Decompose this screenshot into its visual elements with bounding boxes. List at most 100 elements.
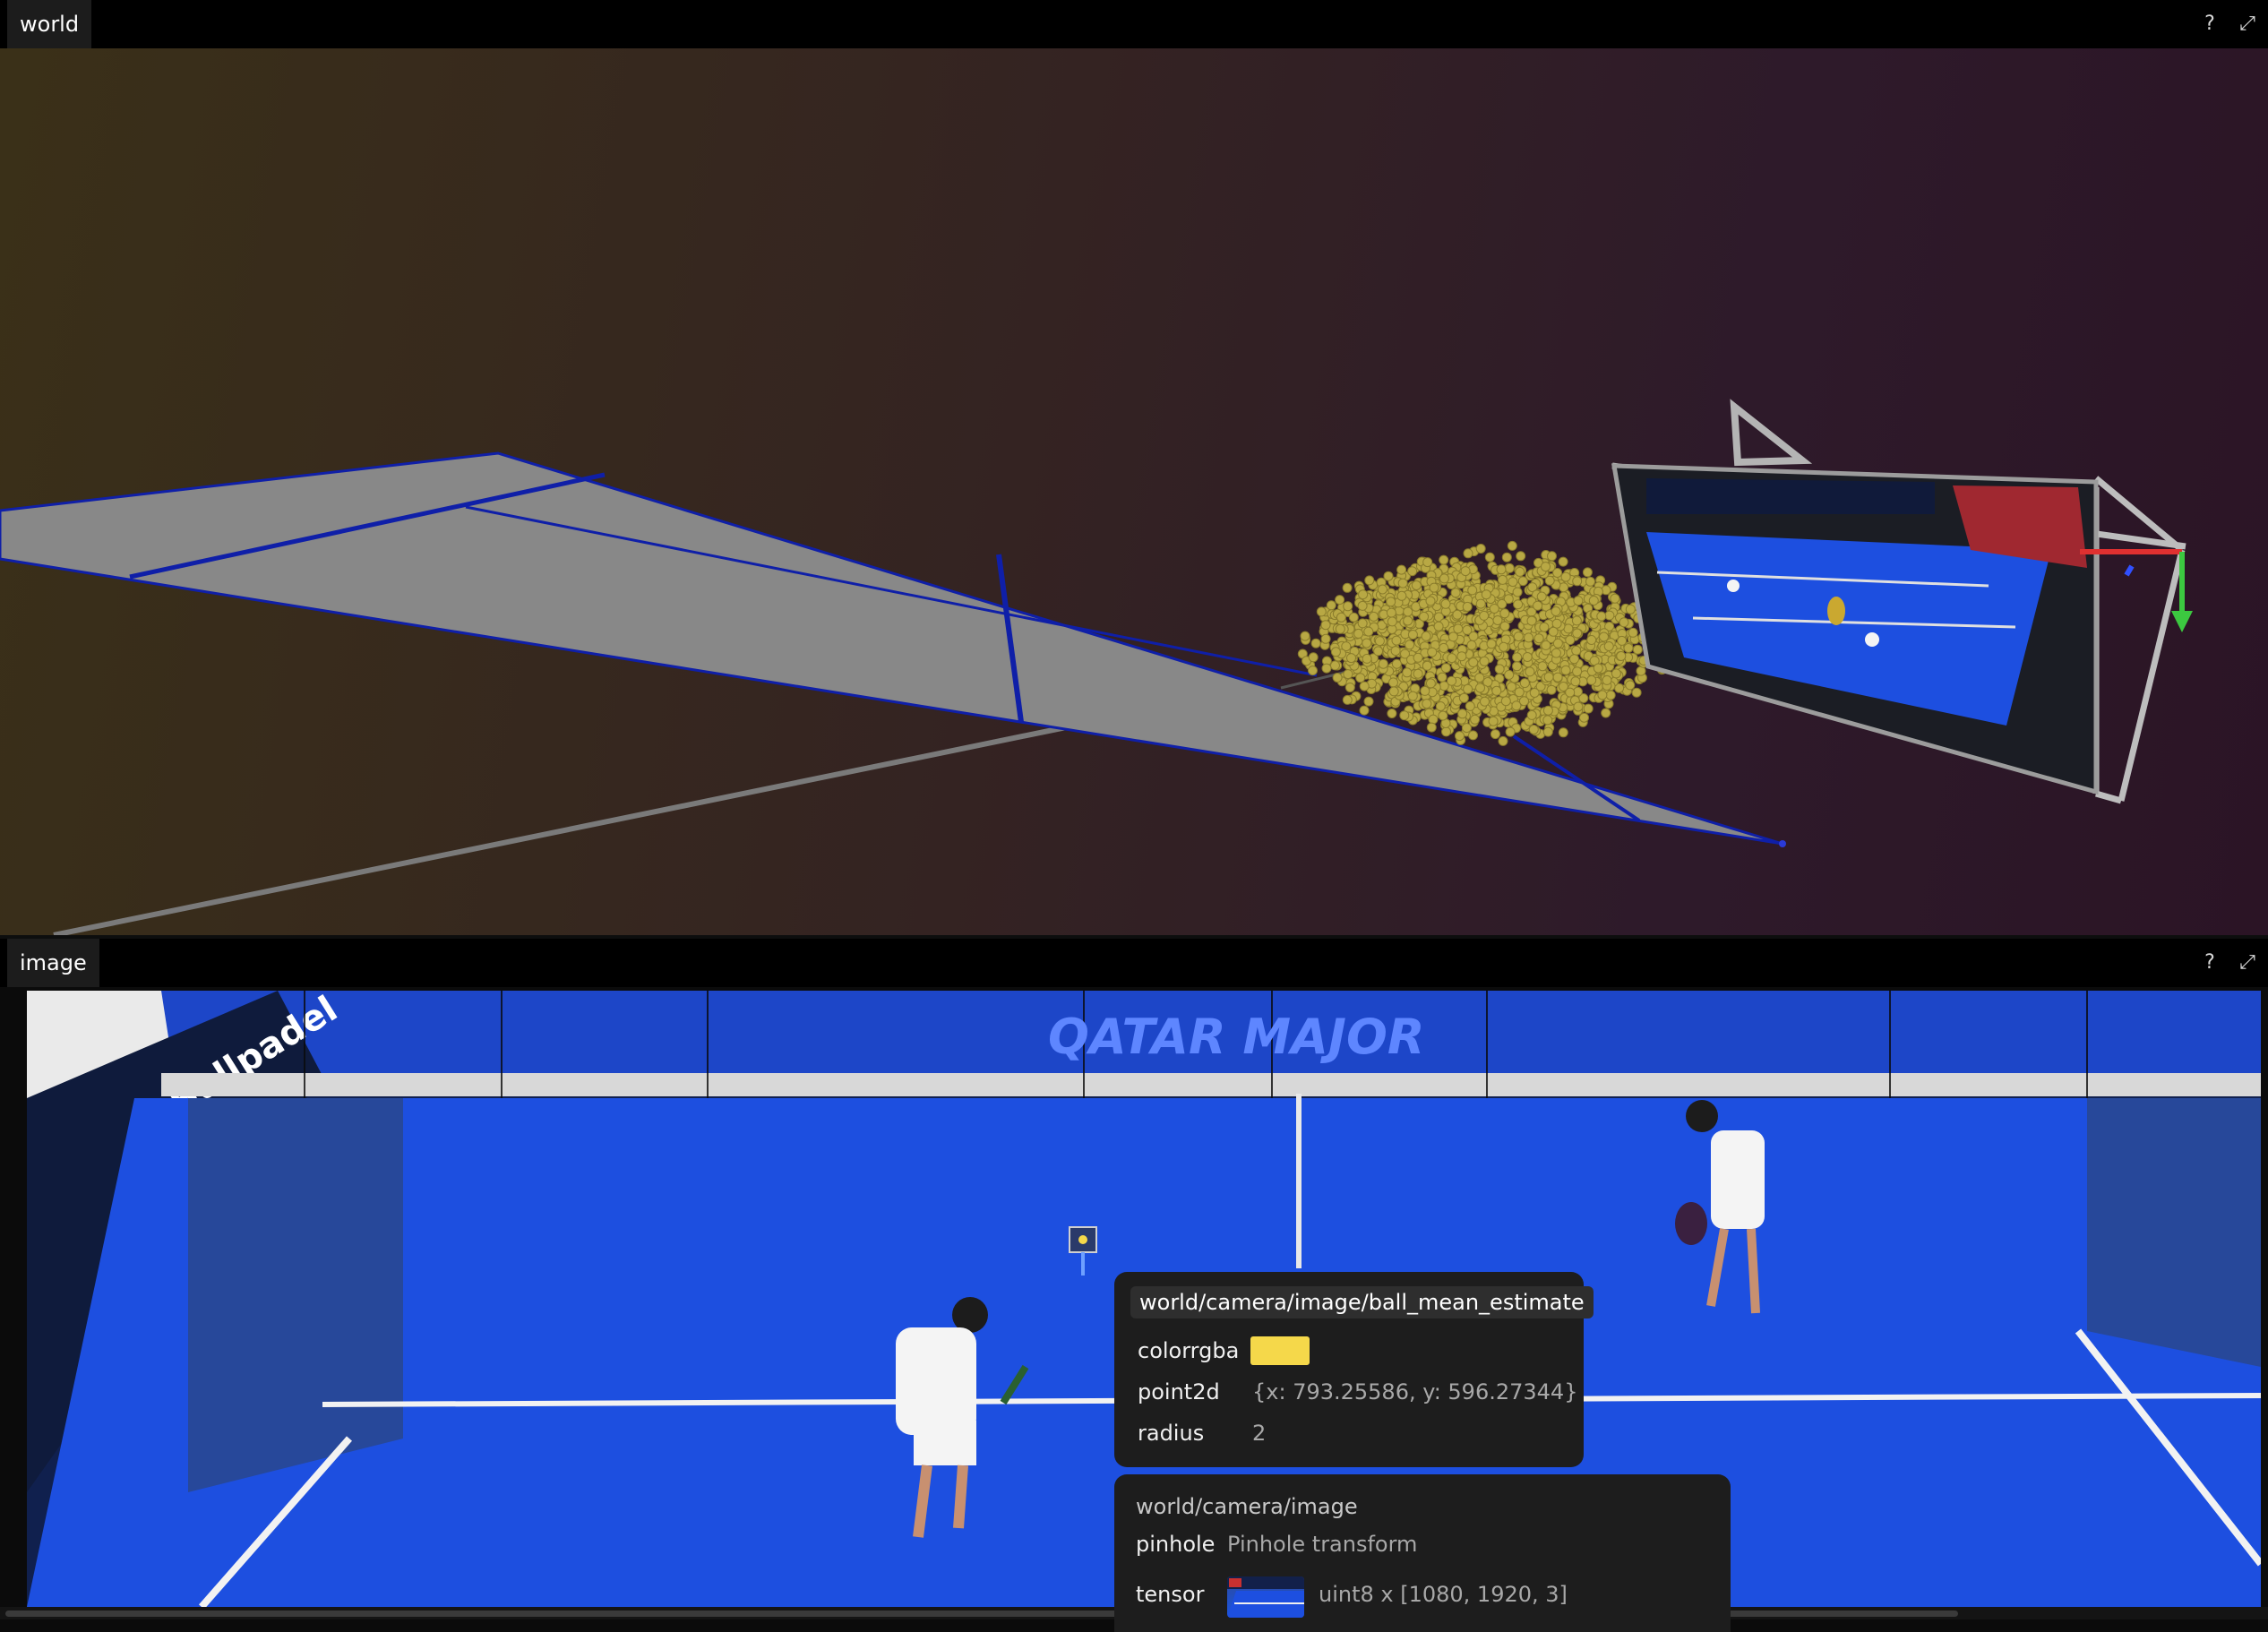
ball-sample-point <box>1480 696 1490 707</box>
ball-sample-point <box>1373 646 1384 657</box>
ball-sample-point <box>1501 552 1512 563</box>
ball-sample-point <box>1413 652 1423 663</box>
ball-sample-point <box>1362 653 1372 664</box>
world-3d-view[interactable] <box>0 48 2268 935</box>
ball-sample-point <box>1387 616 1397 627</box>
ball-sample-point <box>1514 687 1525 698</box>
ball-sample-point <box>1433 621 1444 631</box>
tab-image[interactable]: image <box>7 939 99 987</box>
frustum-up-triangle <box>1730 399 1813 467</box>
ball-sample-point <box>1390 646 1401 657</box>
ball-sample-point <box>1542 715 1553 726</box>
ball-sample-point <box>1426 722 1437 733</box>
ball-sample-point <box>1447 653 1457 664</box>
ball-sample-point <box>1558 556 1568 567</box>
ball-sample-point <box>1525 666 1535 677</box>
ball-sample-point <box>1399 710 1410 721</box>
ball-sample-point <box>1631 687 1642 698</box>
ball-sample-point <box>1499 641 1509 652</box>
ball-sample-point <box>1605 690 1616 700</box>
world-panel-header: world ? ⤢ <box>0 0 2268 48</box>
ball-sample-point <box>1391 635 1402 646</box>
ball-sample-point <box>1450 588 1461 598</box>
ball-sample-point <box>1522 652 1533 662</box>
ball-sample-point <box>1357 618 1368 629</box>
ball-sample-point <box>1519 678 1530 689</box>
ball-sample-point <box>1507 682 1516 692</box>
tooltip-entity-path: world/camera/image/ball_mean_estimate <box>1130 1286 1594 1318</box>
ball-sample-point <box>1435 701 1446 711</box>
ball-sample-point <box>1571 645 1582 656</box>
ball-sample-point <box>1396 564 1407 575</box>
ball-sample-point <box>1512 661 1522 672</box>
tab-world[interactable]: world <box>7 0 92 48</box>
ball-sample-point <box>1403 615 1413 626</box>
ball-sample-point <box>1374 636 1385 647</box>
ball-sample-point <box>1441 726 1451 737</box>
ball-sample-point <box>1516 551 1526 562</box>
ball-sample-point <box>1552 568 1563 578</box>
ball-sample-point <box>1425 596 1436 606</box>
ball-sample-point <box>1359 681 1370 691</box>
ball-sample-point <box>1332 673 1343 683</box>
ball-estimate-point <box>1078 1235 1087 1244</box>
ball-sample-point <box>1617 635 1628 646</box>
ball-sample-point <box>1542 705 1553 716</box>
ball-sample-point <box>1466 640 1477 650</box>
ball-sample-point <box>1508 577 1518 588</box>
axis-z-blue <box>2124 564 2135 577</box>
ball-sample-point <box>1572 576 1583 587</box>
ball-sample-point <box>1343 601 1353 612</box>
ball-sample-point <box>1369 611 1379 622</box>
ball-sample-point <box>1362 638 1372 649</box>
ball-sample-point <box>1579 712 1589 723</box>
ball-sample-point <box>1572 628 1583 639</box>
ball-sample-point <box>1504 669 1515 680</box>
ball-sample-point <box>1552 672 1563 683</box>
ball-sample-point <box>1475 598 1486 609</box>
ball-sample-point <box>1500 696 1511 707</box>
right-wall-panel <box>2087 1098 2261 1367</box>
ball-sample-point <box>1440 663 1451 674</box>
ball-sample-point <box>1447 675 1457 686</box>
ball-sample-point <box>1496 564 1507 575</box>
ball-sample-point <box>1463 548 1473 559</box>
help-icon[interactable]: ? <box>2196 11 2223 38</box>
ball-sample-point <box>1488 716 1499 726</box>
ball-sample-point <box>1336 612 1346 623</box>
ball-sample-point <box>1383 571 1394 581</box>
ball-sample-point <box>1504 563 1515 573</box>
ball-sample-point <box>1462 624 1473 635</box>
ball-sample-point <box>1565 635 1576 646</box>
ball-sample-point <box>1611 668 1621 679</box>
ball-sample-point <box>1470 714 1481 725</box>
ball-sample-point <box>1425 678 1436 689</box>
frustum-edge <box>2118 549 2186 802</box>
ball-sample-point <box>1420 685 1430 696</box>
maximize-icon[interactable]: ⤢ <box>2234 949 2261 976</box>
ball-sample-point <box>1342 694 1353 705</box>
ball-sample-point <box>1386 597 1396 607</box>
ball-sample-point <box>1623 643 1634 653</box>
help-icon[interactable]: ? <box>2196 949 2223 976</box>
ball-sample-point <box>1601 708 1611 718</box>
ball-sample-point <box>1320 620 1331 631</box>
maximize-icon[interactable]: ⤢ <box>2234 11 2261 38</box>
ball-sample-point <box>1358 589 1369 600</box>
ball-sample-point <box>1438 710 1448 721</box>
ball-sample-point <box>1588 596 1599 606</box>
frustum-image-player <box>1865 632 1879 647</box>
ball-sample-point <box>1463 683 1473 694</box>
ball-sample-point <box>1320 633 1331 644</box>
ball-sample-point <box>1461 723 1472 734</box>
tooltip-value: Pinhole transform <box>1227 1532 1418 1557</box>
ball-sample-point <box>1573 701 1584 712</box>
ball-sample-point <box>1582 567 1593 578</box>
ball-sample-point <box>1403 606 1413 617</box>
ball-sample-point <box>1560 665 1571 675</box>
ball-sample-point <box>1335 623 1345 634</box>
ball-sample-point <box>1427 647 1438 657</box>
color-swatch <box>1250 1336 1310 1365</box>
ball-sample-point <box>1330 660 1340 671</box>
ball-sample-point <box>1546 684 1557 695</box>
